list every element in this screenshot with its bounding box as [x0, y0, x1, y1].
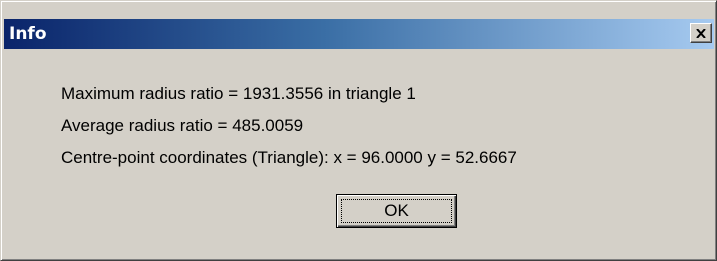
title-bar[interactable]: Info	[4, 19, 714, 49]
average-radius-ratio-text: Average radius ratio = 485.0059	[61, 116, 304, 135]
close-button[interactable]	[690, 23, 712, 43]
close-icon	[696, 28, 706, 38]
info-dialog: Info Maximum radius ratio = 1931.3556 in…	[0, 0, 717, 261]
dialog-body: Maximum radius ratio = 1931.3556 in tria…	[4, 49, 714, 258]
centre-point-coordinates-text: Centre-point coordinates (Triangle): x =…	[61, 148, 517, 167]
ok-button-label: OK	[384, 201, 409, 220]
max-radius-ratio-text: Maximum radius ratio = 1931.3556 in tria…	[61, 84, 416, 103]
dialog-title: Info	[9, 24, 47, 44]
ok-button[interactable]: OK	[336, 194, 457, 228]
